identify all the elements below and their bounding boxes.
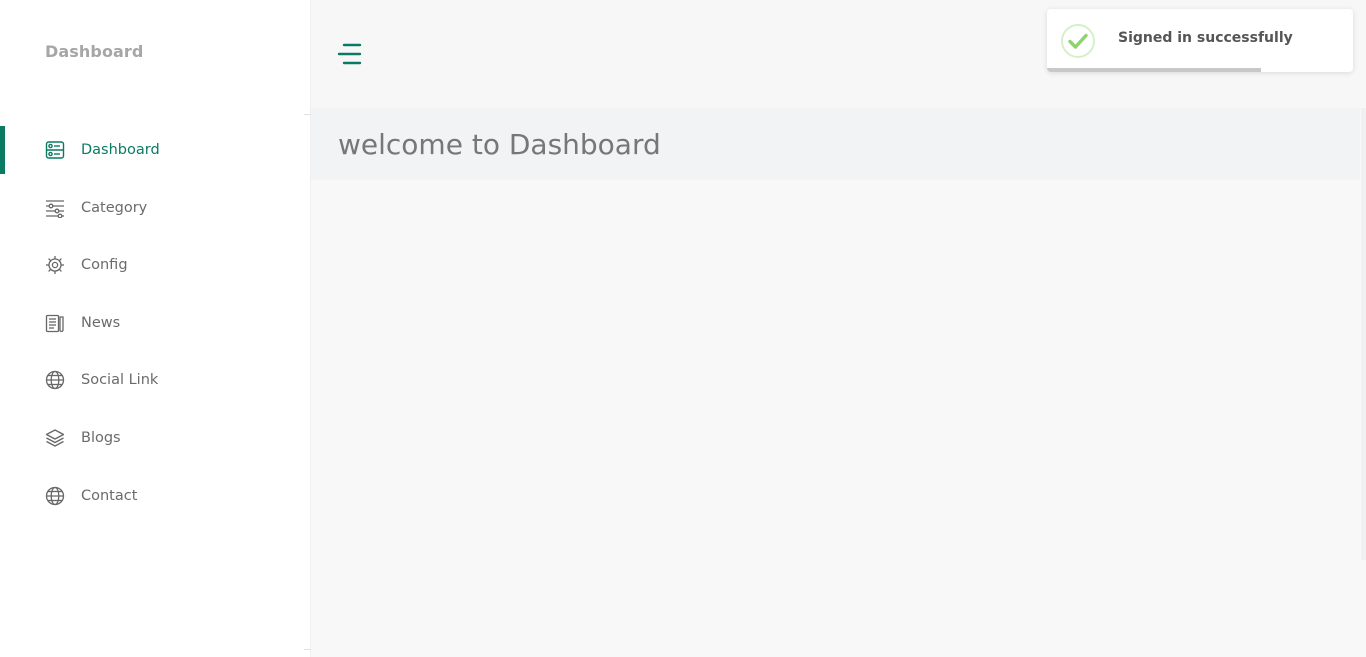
sidebar-item-label: Social Link [81, 372, 159, 389]
gear-icon [45, 255, 65, 275]
globe-icon [45, 486, 65, 506]
welcome-banner: welcome to Dashboard [311, 108, 1360, 180]
toast-notification[interactable]: Signed in successfully [1047, 9, 1353, 72]
active-indicator [0, 472, 5, 520]
sidebar-item-label: Category [81, 199, 148, 216]
sidebar-item-label: Config [81, 257, 128, 274]
sidebar-divider [304, 649, 311, 650]
app: Dashboard Dashboard Category Config News… [0, 0, 1366, 657]
sidebar-item-dashboard[interactable]: Dashboard [0, 126, 311, 174]
sidebar: Dashboard Dashboard Category Config News… [0, 0, 311, 657]
sidebar-item-blogs[interactable]: Blogs [0, 414, 311, 462]
sliders-icon [45, 198, 65, 218]
scrollbar[interactable] [1361, 108, 1366, 560]
sidebar-item-news[interactable]: News [0, 299, 311, 347]
sidebar-item-label: News [81, 314, 121, 331]
active-indicator [0, 414, 5, 462]
page-title: welcome to Dashboard [338, 128, 661, 161]
globe-icon [45, 370, 65, 390]
sidebar-brand[interactable]: Dashboard [45, 42, 143, 61]
sidebar-nav: Dashboard Category Config News Social Li… [0, 126, 311, 529]
sidebar-item-config[interactable]: Config [0, 241, 311, 289]
main-content: welcome to Dashboard [311, 0, 1366, 657]
active-indicator [0, 184, 5, 232]
layers-icon [45, 428, 65, 448]
active-indicator [0, 299, 5, 347]
sidebar-item-category[interactable]: Category [0, 184, 311, 232]
hamburger-menu-icon[interactable] [336, 41, 364, 67]
sidebar-item-social-link[interactable]: Social Link [0, 356, 311, 404]
sidebar-item-label: Blogs [81, 429, 121, 446]
toast-timer-track [1047, 68, 1353, 72]
dashboard-icon [45, 140, 65, 160]
sidebar-divider [304, 114, 311, 115]
active-indicator [0, 356, 5, 404]
sidebar-item-label: Contact [81, 487, 138, 504]
success-check-icon [1060, 23, 1096, 59]
toast-timer-progress [1047, 68, 1262, 72]
toast-message: Signed in successfully [1118, 30, 1293, 46]
news-icon [45, 313, 65, 333]
active-indicator [0, 126, 5, 174]
sidebar-item-contact[interactable]: Contact [0, 472, 311, 520]
sidebar-item-label: Dashboard [81, 142, 160, 158]
active-indicator [0, 241, 5, 289]
